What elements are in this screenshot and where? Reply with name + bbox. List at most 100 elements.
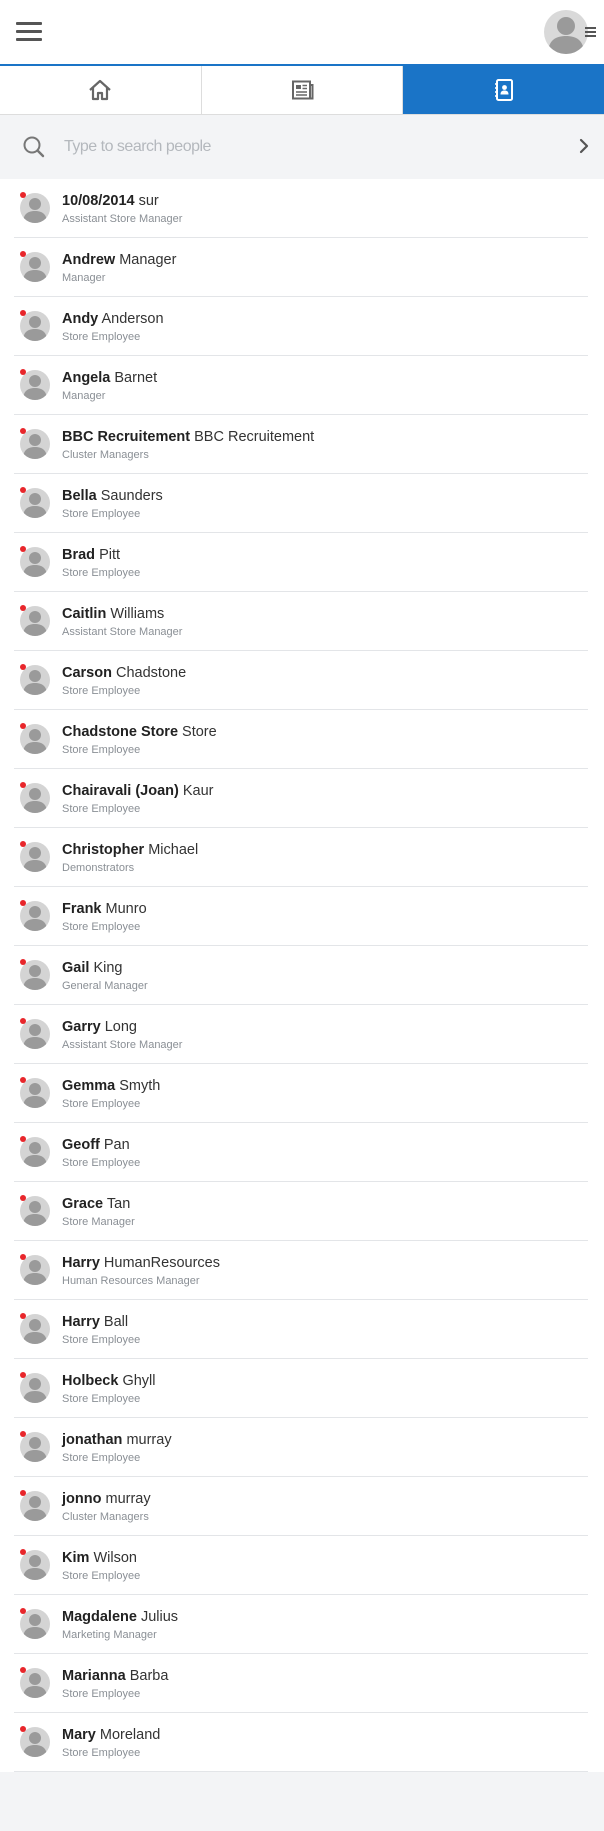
person-name: BBC Recruitement BBC Recruitement	[62, 429, 314, 445]
list-item[interactable]: Harry Ball Store Employee	[14, 1300, 588, 1359]
list-item[interactable]: Marianna Barba Store Employee	[14, 1654, 588, 1713]
person-last-name: Kaur	[182, 783, 214, 799]
user-avatar-icon	[544, 10, 588, 54]
status-dot-icon	[20, 723, 26, 729]
person-name: Magdalene Julius	[62, 1609, 178, 1625]
search-input[interactable]	[62, 137, 526, 157]
person-name: jonno murray	[62, 1491, 151, 1507]
list-item[interactable]: Chadstone Store Store Store Employee	[14, 710, 588, 769]
list-item[interactable]: Grace Tan Store Manager	[14, 1182, 588, 1241]
hamburger-menu-icon[interactable]	[16, 22, 42, 42]
list-item[interactable]: Kim Wilson Store Employee	[14, 1536, 588, 1595]
people-list: 10/08/2014 sur Assistant Store Manager And…	[0, 179, 604, 1772]
list-item[interactable]: Harry HumanResources Human Resources Mana…	[14, 1241, 588, 1300]
person-last-name: King	[93, 960, 123, 976]
tab-contacts[interactable]	[403, 66, 604, 114]
person-last-name: Michael	[148, 842, 199, 858]
status-dot-icon	[20, 782, 26, 788]
list-item[interactable]: 10/08/2014 sur Assistant Store Manager	[14, 179, 588, 238]
person-last-name: Chadstone	[116, 665, 187, 681]
profile-menu-button[interactable]	[544, 10, 596, 54]
person-role: Store Employee	[62, 508, 141, 520]
menu-small-icon	[585, 27, 596, 39]
person-role: General Manager	[62, 980, 148, 992]
person-first-name: Garry	[62, 1019, 101, 1035]
status-dot-icon	[20, 841, 26, 847]
list-item[interactable]: Geoff Pan Store Employee	[14, 1123, 588, 1182]
list-item[interactable]: Garry Long Assistant Store Manager	[14, 1005, 588, 1064]
chevron-right-icon[interactable]	[578, 137, 590, 155]
tab-news[interactable]	[202, 66, 404, 114]
person-first-name: Holbeck	[62, 1373, 119, 1389]
person-name: Garry Long	[62, 1019, 137, 1035]
status-dot-icon	[20, 1254, 26, 1260]
list-item[interactable]: Carson Chadstone Store Employee	[14, 651, 588, 710]
list-item[interactable]: Chairavali (Joan) Kaur Store Employee	[14, 769, 588, 828]
status-dot-icon	[20, 487, 26, 493]
person-role: Marketing Manager	[62, 1629, 157, 1641]
list-item[interactable]: Magdalene Julius Marketing Manager	[14, 1595, 588, 1654]
person-last-name: Munro	[105, 901, 147, 917]
person-first-name: Grace	[62, 1196, 104, 1212]
person-name: Harry HumanResources	[62, 1255, 220, 1271]
status-dot-icon	[20, 1018, 26, 1024]
status-dot-icon	[20, 192, 26, 198]
person-last-name: Moreland	[99, 1727, 161, 1743]
list-item[interactable]: Frank Munro Store Employee	[14, 887, 588, 946]
status-dot-icon	[20, 1549, 26, 1555]
status-dot-icon	[20, 1726, 26, 1732]
status-dot-icon	[20, 1431, 26, 1437]
status-dot-icon	[20, 428, 26, 434]
person-first-name: Chadstone Store	[62, 724, 179, 740]
list-item[interactable]: Andy Anderson Store Employee	[14, 297, 588, 356]
person-first-name: Andrew	[62, 252, 116, 268]
person-role: Store Employee	[62, 1747, 141, 1759]
status-dot-icon	[20, 1490, 26, 1496]
person-role: Manager	[62, 390, 106, 402]
person-last-name: murray	[105, 1491, 151, 1507]
person-first-name: jonno	[62, 1491, 102, 1507]
person-first-name: Gemma	[62, 1078, 116, 1094]
list-item[interactable]: jonno murray Cluster Managers	[14, 1477, 588, 1536]
list-item[interactable]: Gemma Smyth Store Employee	[14, 1064, 588, 1123]
person-name: Andy Anderson	[62, 311, 164, 327]
person-name: Harry Ball	[62, 1314, 128, 1330]
home-icon	[89, 79, 112, 101]
list-item[interactable]: Bella Saunders Store Employee	[14, 474, 588, 533]
tab-bar	[0, 66, 604, 115]
person-last-name: Barba	[129, 1668, 169, 1684]
person-name: Marianna Barba	[62, 1668, 168, 1684]
person-role: Store Employee	[62, 921, 141, 933]
person-role: Store Employee	[62, 1098, 141, 1110]
status-dot-icon	[20, 1136, 26, 1142]
status-dot-icon	[20, 1195, 26, 1201]
list-item[interactable]: Holbeck Ghyll Store Employee	[14, 1359, 588, 1418]
person-role: Store Employee	[62, 1334, 141, 1346]
person-role: Store Employee	[62, 1570, 141, 1582]
person-name: Frank Munro	[62, 901, 147, 917]
list-item[interactable]: Brad Pitt Store Employee	[14, 533, 588, 592]
status-dot-icon	[20, 959, 26, 965]
person-role: Assistant Store Manager	[62, 1039, 183, 1051]
list-item[interactable]: BBC Recruitement BBC Recruitement Cluster…	[14, 415, 588, 474]
list-item[interactable]: jonathan murray Store Employee	[14, 1418, 588, 1477]
search-icon	[23, 136, 45, 158]
person-last-name: Anderson	[101, 311, 164, 327]
status-dot-icon	[20, 369, 26, 375]
tab-home[interactable]	[0, 66, 202, 114]
person-role: Store Employee	[62, 1688, 141, 1700]
list-item[interactable]: Mary Moreland Store Employee	[14, 1713, 588, 1772]
person-role: Store Employee	[62, 803, 141, 815]
person-role: Store Manager	[62, 1216, 135, 1228]
person-name: Andrew Manager	[62, 252, 176, 268]
person-role: Cluster Managers	[62, 449, 149, 461]
list-item[interactable]: Christopher Michael Demonstrators	[14, 828, 588, 887]
list-item[interactable]: Angela Barnet Manager	[14, 356, 588, 415]
person-name: Gemma Smyth	[62, 1078, 160, 1094]
person-name: Chairavali (Joan) Kaur	[62, 783, 214, 799]
person-last-name: Manager	[119, 252, 177, 268]
status-dot-icon	[20, 251, 26, 257]
list-item[interactable]: Gail King General Manager	[14, 946, 588, 1005]
list-item[interactable]: Andrew Manager Manager	[14, 238, 588, 297]
list-item[interactable]: Caitlin Williams Assistant Store Manager	[14, 592, 588, 651]
